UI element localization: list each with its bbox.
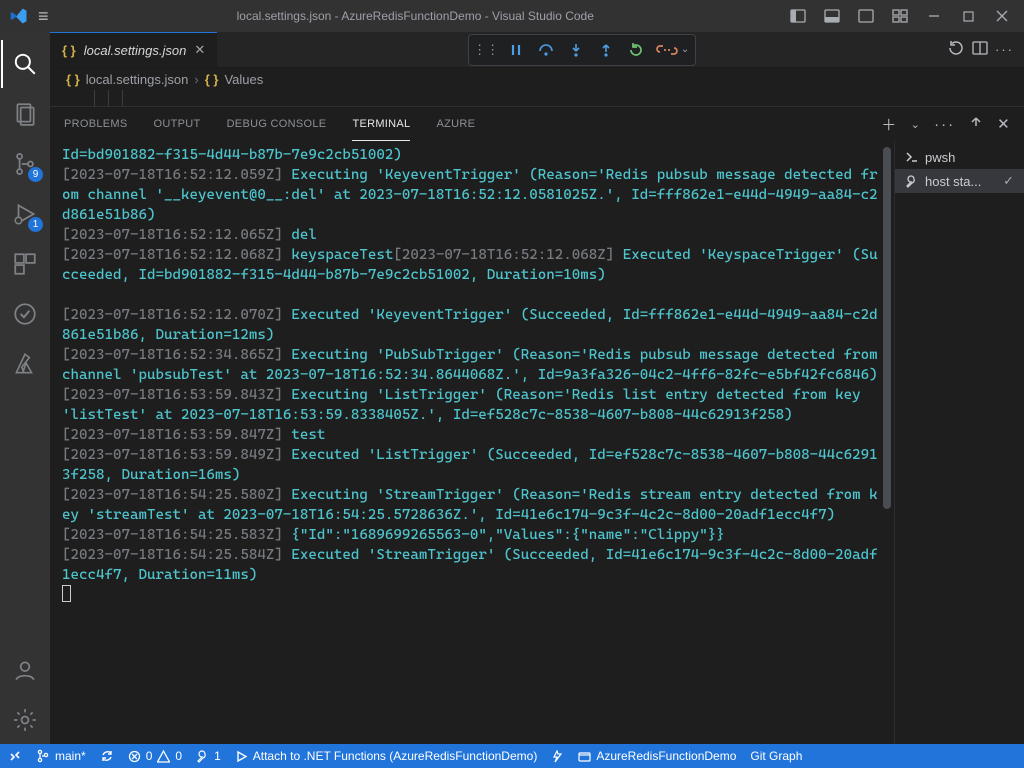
gitgraph-indicator[interactable]: Git Graph — [750, 749, 802, 763]
editor-tab-localsettings[interactable]: { } local.settings.json ✕ — [50, 32, 217, 67]
wrench-icon — [905, 174, 919, 188]
step-over-icon[interactable] — [532, 38, 560, 62]
bottom-panel: PROBLEMS OUTPUT DEBUG CONSOLE TERMINAL A… — [50, 106, 1024, 744]
testing-activity[interactable] — [1, 290, 49, 338]
braces-icon: { } — [205, 72, 219, 87]
breadcrumb-node: Values — [224, 72, 263, 87]
branch-indicator[interactable]: main* — [36, 749, 86, 763]
vscode-logo-icon — [10, 7, 28, 25]
pause-icon[interactable] — [502, 38, 530, 62]
panel-tab-output[interactable]: OUTPUT — [154, 107, 201, 141]
settings-activity[interactable] — [1, 696, 49, 744]
layout-panel-left-icon[interactable] — [782, 1, 814, 31]
debug-badge: 1 — [28, 217, 43, 232]
attach-indicator[interactable]: Attach to .NET Functions (AzureRedisFunc… — [235, 749, 538, 763]
terminal-list: pwsh host sta... ✓ — [894, 141, 1024, 744]
new-terminal-icon[interactable]: ＋ — [881, 114, 896, 135]
scm-activity[interactable]: 9 — [1, 140, 49, 188]
close-icon[interactable]: ✕ — [194, 42, 205, 58]
more-icon[interactable]: ··· — [995, 42, 1014, 57]
close-window-icon[interactable] — [986, 1, 1018, 31]
split-editor-icon[interactable] — [971, 39, 989, 60]
panel-tab-terminal[interactable]: TERMINAL — [352, 107, 410, 141]
panel-tab-debugconsole[interactable]: DEBUG CONSOLE — [227, 107, 327, 141]
problems-indicator[interactable]: 0 0 — [128, 749, 182, 763]
close-panel-icon[interactable]: ✕ — [997, 115, 1010, 133]
debug-toolbar: ⋮⋮ — [468, 34, 696, 66]
chevron-right-icon: › — [194, 72, 198, 87]
restart-icon[interactable] — [622, 38, 650, 62]
panel-tab-azure[interactable]: AZURE — [436, 107, 475, 141]
layout-grid-icon[interactable] — [884, 1, 916, 31]
debug-activity[interactable]: 1 — [1, 190, 49, 238]
panel-tab-problems[interactable]: PROBLEMS — [64, 107, 128, 141]
terminal-dropdown-icon[interactable]: ⌄ — [911, 118, 921, 131]
search-activity[interactable] — [1, 40, 49, 88]
status-bar: main* 0 0 1 Attach to .NET Functions (Az… — [0, 744, 1024, 768]
layout-panel-bottom-icon[interactable] — [816, 1, 848, 31]
terminal-list-label: host sta... — [925, 174, 981, 189]
check-icon: ✓ — [1003, 173, 1014, 189]
breadcrumb[interactable]: { } local.settings.json › { } Values — [50, 68, 1024, 90]
window-title: local.settings.json - AzureRedisFunction… — [49, 9, 782, 23]
step-out-icon[interactable] — [592, 38, 620, 62]
sync-indicator[interactable] — [100, 749, 114, 763]
breadcrumb-file: local.settings.json — [86, 72, 189, 87]
editor-tabs: { } local.settings.json ✕ ⋮⋮ — [50, 32, 1024, 68]
explorer-activity[interactable] — [1, 90, 49, 138]
terminal-output[interactable]: Id=bd901882-f315-4d44-b87b-7e9c2cb51002)… — [50, 141, 894, 744]
maximize-icon[interactable] — [952, 1, 984, 31]
terminal-list-item[interactable]: host sta... ✓ — [895, 169, 1024, 193]
disconnect-icon[interactable]: ⌄ — [652, 38, 692, 62]
scm-badge: 9 — [28, 167, 43, 182]
step-into-icon[interactable] — [562, 38, 590, 62]
minimize-icon[interactable] — [918, 1, 950, 31]
wrench-indicator[interactable]: 1 — [196, 749, 221, 763]
editor-code-sliver — [50, 90, 1024, 106]
more-icon[interactable]: ··· — [934, 116, 955, 133]
azure-activity[interactable] — [1, 340, 49, 388]
layout-panel-right-icon[interactable] — [850, 1, 882, 31]
terminal-list-item[interactable]: pwsh — [895, 145, 1024, 169]
project-indicator[interactable]: AzureRedisFunctionDemo — [578, 749, 736, 763]
terminal-list-label: pwsh — [925, 150, 955, 165]
braces-icon: { } — [62, 43, 76, 58]
azure-func-indicator[interactable] — [551, 750, 564, 763]
drag-handle-icon[interactable]: ⋮⋮ — [472, 38, 500, 62]
extensions-activity[interactable] — [1, 240, 49, 288]
editor-tab-label: local.settings.json — [84, 43, 187, 58]
remote-indicator[interactable] — [8, 749, 22, 763]
maximize-panel-icon[interactable] — [969, 115, 983, 133]
terminal-icon — [905, 150, 919, 164]
terminal-scrollbar[interactable] — [883, 147, 891, 509]
activity-bar: 9 1 — [0, 32, 50, 744]
history-icon[interactable] — [947, 39, 965, 60]
titlebar: ≡ local.settings.json - AzureRedisFuncti… — [0, 0, 1024, 32]
braces-icon: { } — [66, 72, 80, 87]
accounts-activity[interactable] — [1, 646, 49, 694]
app-menu-icon[interactable]: ≡ — [38, 6, 49, 27]
